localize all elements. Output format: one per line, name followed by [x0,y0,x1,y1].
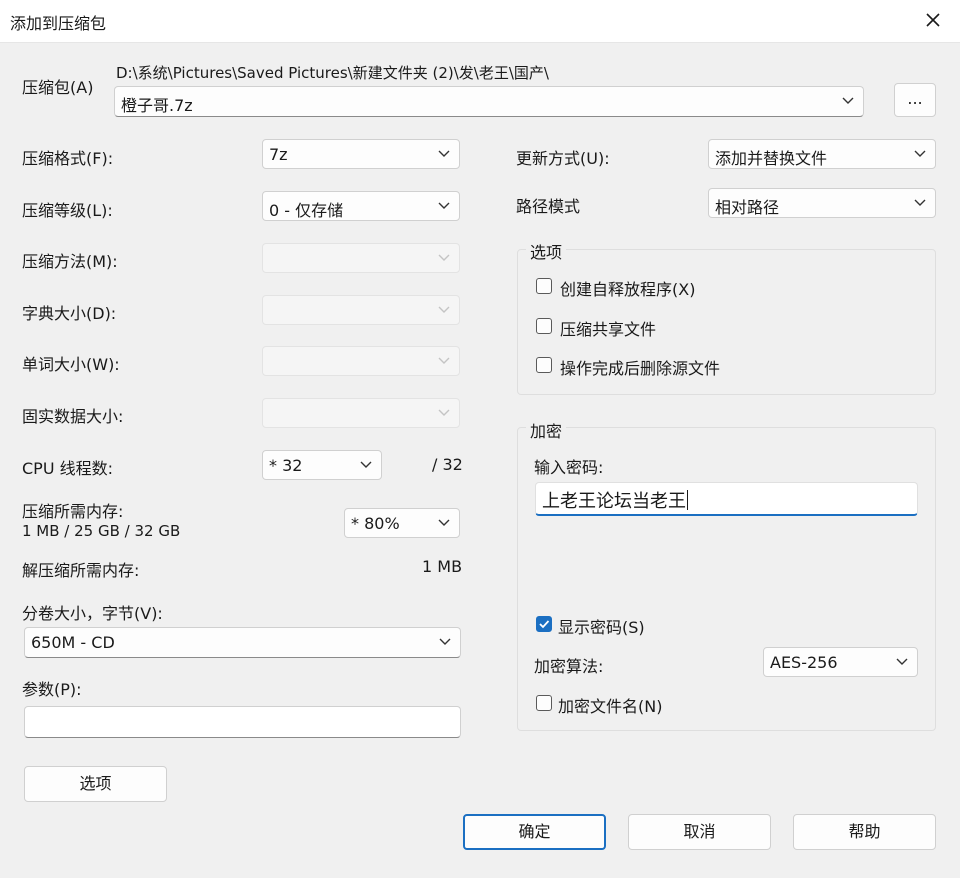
options-button[interactable]: 选项 [24,766,167,802]
encrypt-names-checkbox[interactable] [536,695,552,711]
encryption-method-value: AES-256 [770,653,838,672]
update-value: 添加并替换文件 [715,149,828,168]
password-label: 输入密码: [534,458,604,477]
chevron-down-icon [439,638,451,645]
word-select[interactable] [262,346,460,376]
encryption-method-select[interactable]: AES-256 [763,647,918,677]
ok-button[interactable]: 确定 [463,814,606,850]
chevron-down-icon [438,150,450,157]
method-label: 压缩方法(M): [22,252,118,271]
params-input[interactable] [24,706,461,738]
chevron-down-icon [914,199,926,206]
solid-select[interactable] [262,398,460,428]
format-select[interactable]: 7z [262,139,460,169]
memory-detail: 1 MB / 25 GB / 32 GB [22,522,181,540]
archive-path: D:\系统\Pictures\Saved Pictures\新建文件夹 (2)\… [116,64,549,82]
solid-label: 固实数据大小: [22,407,124,426]
archive-label: 压缩包(A) [22,78,94,97]
volume-value: 650M - CD [31,633,115,652]
show-password-label: 显示密码(S) [558,618,645,637]
title-bar: 添加到压缩包 [0,0,960,43]
options-group-title: 选项 [526,239,567,263]
pathmode-value: 相对路径 [715,198,780,217]
dict-label: 字典大小(D): [22,304,117,323]
delete-checkbox[interactable] [536,357,552,373]
update-select[interactable]: 添加并替换文件 [708,139,936,169]
word-label: 单词大小(W): [22,355,120,374]
threads-label: CPU 线程数: [22,459,114,478]
decompress-label: 解压缩所需内存: [22,561,140,580]
chevron-down-icon [438,202,450,209]
password-input[interactable]: 上老王论坛当老王 [535,482,918,516]
checkmark-icon [539,620,550,629]
cancel-button[interactable]: 取消 [628,814,771,850]
browse-button[interactable]: ... [894,83,936,117]
show-password-checkbox[interactable] [536,616,552,632]
volume-combo[interactable]: 650M - CD [24,627,461,658]
pathmode-select[interactable]: 相对路径 [708,188,936,218]
level-value: 0 - 仅存储 [269,201,344,220]
format-value: 7z [269,145,288,164]
dict-select[interactable] [262,295,460,325]
delete-label: 操作完成后删除源文件 [560,359,721,378]
decompress-value: 1 MB [422,557,463,576]
encryption-group-title: 加密 [526,418,567,442]
chevron-down-icon [360,461,372,468]
help-button[interactable]: 帮助 [793,814,936,850]
text-caret [687,490,688,510]
threads-select[interactable]: * 32 [262,450,382,480]
level-label: 压缩等级(L): [22,201,113,220]
update-label: 更新方式(U): [516,149,610,168]
chevron-down-icon [438,409,450,416]
sfx-label: 创建自释放程序(X) [560,280,696,299]
encryption-method-label: 加密算法: [534,657,604,676]
threads-value: * 32 [269,456,303,475]
chevron-down-icon [914,150,926,157]
close-icon[interactable] [918,7,948,35]
password-value: 上老王论坛当老王 [542,491,686,512]
memory-value: * 80% [351,514,400,533]
pathmode-label: 路径模式 [516,197,581,216]
memory-select[interactable]: * 80% [344,508,460,538]
level-select[interactable]: 0 - 仅存储 [262,191,460,221]
chevron-down-icon [438,254,450,261]
archive-name-value: 橙子哥.7z [121,96,193,115]
memory-label: 压缩所需内存: [22,502,124,521]
archive-name-combo[interactable]: 橙子哥.7z [114,86,864,117]
encrypt-names-label: 加密文件名(N) [558,697,663,716]
chevron-down-icon [842,97,854,104]
shared-label: 压缩共享文件 [560,320,657,339]
chevron-down-icon [438,519,450,526]
threads-max: / 32 [432,455,463,474]
chevron-down-icon [438,357,450,364]
format-label: 压缩格式(F): [22,149,114,168]
chevron-down-icon [896,658,908,665]
sfx-checkbox[interactable] [536,278,552,294]
method-select[interactable] [262,243,460,273]
window-title: 添加到压缩包 [10,14,107,33]
chevron-down-icon [438,306,450,313]
params-label: 参数(P): [22,680,82,699]
volume-label: 分卷大小，字节(V): [22,604,163,623]
shared-checkbox[interactable] [536,318,552,334]
